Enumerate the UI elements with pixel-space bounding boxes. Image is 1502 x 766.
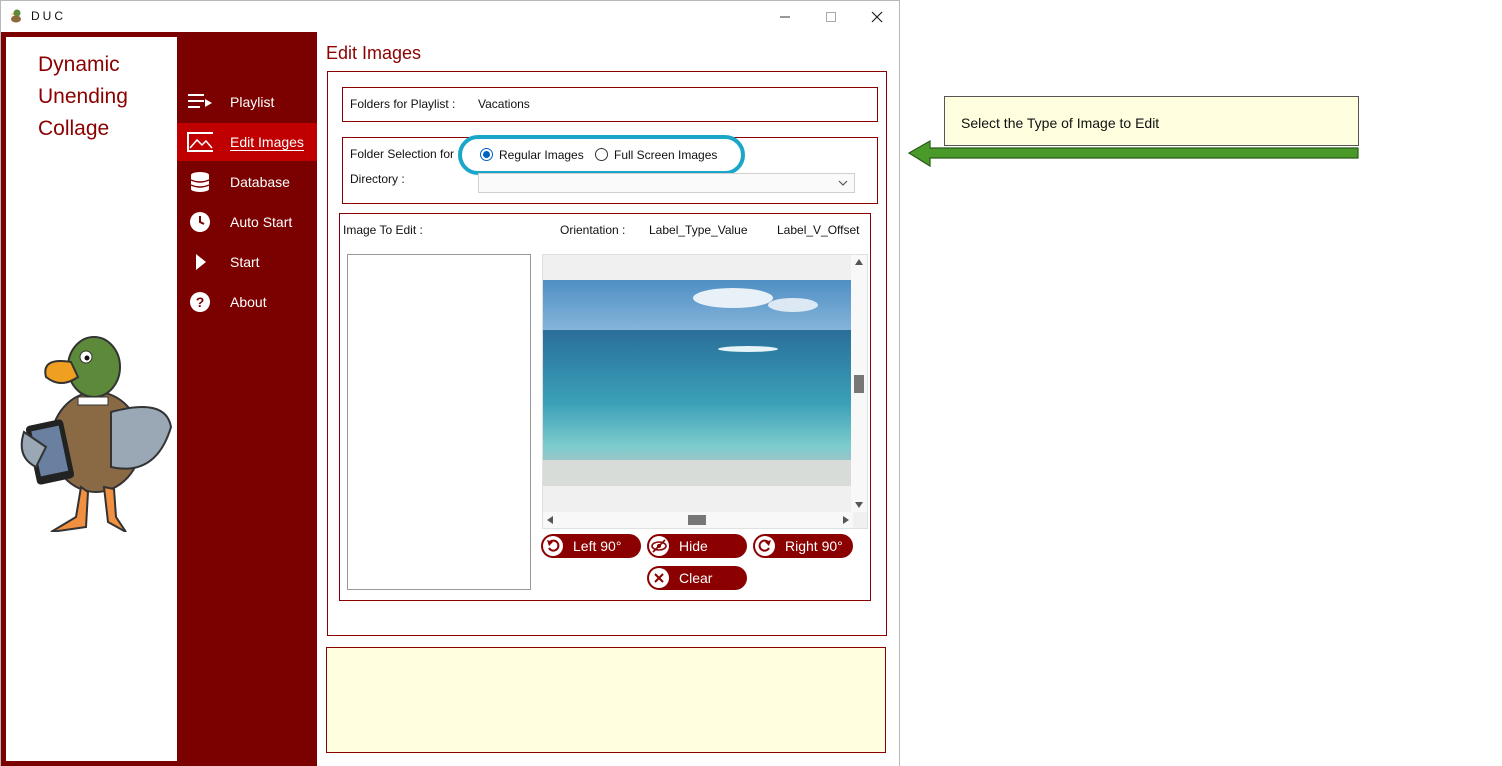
clear-button[interactable]: Clear <box>647 566 747 590</box>
sidebar-item-about[interactable]: ? About <box>177 283 317 321</box>
database-icon <box>187 170 213 194</box>
playlist-icon <box>187 90 213 114</box>
hide-label: Hide <box>679 538 708 554</box>
hide-eye-icon <box>649 536 669 556</box>
help-icon: ? <box>187 290 213 314</box>
minimize-button[interactable] <box>762 1 808 32</box>
sidebar-item-label: Database <box>230 174 290 190</box>
image-to-edit-label: Image To Edit : <box>343 223 423 237</box>
rotate-right-button[interactable]: Right 90° <box>753 534 853 558</box>
sidebar-nav: Playlist Edit Images Database Auto Start… <box>177 32 317 766</box>
sidebar-item-start[interactable]: Start <box>177 243 317 281</box>
image-preview-scroller[interactable] <box>542 254 868 529</box>
play-icon <box>187 250 213 274</box>
directory-select[interactable] <box>478 173 855 193</box>
rotate-right-icon <box>755 536 775 556</box>
page-title: Edit Images <box>326 43 422 63</box>
sidebar-item-label: Edit Images <box>230 133 304 151</box>
folders-value[interactable]: Vacations <box>478 97 530 111</box>
sidebar-item-label: Auto Start <box>230 214 293 230</box>
app-logo-text: Dynamic Unending Collage <box>38 49 128 145</box>
logo-line-2: Unending <box>38 85 128 108</box>
beach-photo <box>543 280 853 486</box>
sidebar-item-label: Start <box>230 254 260 270</box>
scroll-down-icon <box>855 502 863 508</box>
bottom-border <box>6 761 177 766</box>
scroll-right-icon <box>843 516 849 524</box>
label-v-offset: Label_V_Offset <box>777 223 860 237</box>
clear-x-icon <box>649 568 669 588</box>
logo-line-1: Dynamic <box>38 53 120 76</box>
sidebar-item-label: Playlist <box>230 94 275 110</box>
title-bar: DUC <box>1 1 899 32</box>
close-button[interactable] <box>854 1 900 32</box>
green-arrow-icon <box>908 140 1359 168</box>
sidebar-item-edit-images[interactable]: Edit Images <box>177 123 317 161</box>
directory-label: Directory : <box>350 172 405 186</box>
maximize-button[interactable] <box>808 1 854 32</box>
status-message-box <box>326 647 886 753</box>
window-title: DUC <box>31 9 66 23</box>
label-type-value: Label_Type_Value <box>649 223 748 237</box>
rotate-left-icon <box>543 536 563 556</box>
sidebar-item-database[interactable]: Database <box>177 163 317 201</box>
sidebar-item-playlist[interactable]: Playlist <box>177 83 317 121</box>
vertical-scroll-thumb[interactable] <box>854 375 864 393</box>
sidebar-item-auto-start[interactable]: Auto Start <box>177 203 317 241</box>
orientation-label: Orientation : <box>560 223 626 237</box>
rotate-right-label: Right 90° <box>785 538 843 554</box>
folders-label: Folders for Playlist : <box>350 97 456 111</box>
chevron-down-icon <box>838 180 848 186</box>
scroll-up-icon <box>855 259 863 265</box>
logo-panel: Dynamic Unending Collage <box>6 37 177 761</box>
horizontal-scroll-thumb[interactable] <box>688 515 706 525</box>
clock-icon <box>187 210 213 234</box>
horizontal-scrollbar[interactable] <box>543 512 853 528</box>
duck-mascot-image <box>20 336 173 532</box>
scroll-left-icon <box>547 516 553 524</box>
instruction-callout: Select the Type of Image to Edit <box>944 96 1359 146</box>
maximize-icon <box>826 11 836 22</box>
callout-text: Select the Type of Image to Edit <box>961 115 1160 131</box>
logo-line-3: Collage <box>38 117 110 140</box>
close-icon <box>871 11 883 22</box>
radio-highlight-annotation <box>458 135 745 175</box>
minimize-icon <box>780 16 790 17</box>
hide-button[interactable]: Hide <box>647 534 747 558</box>
rotate-left-label: Left 90° <box>573 538 622 554</box>
svg-text:?: ? <box>196 294 205 310</box>
sidebar-item-label: About <box>230 294 267 310</box>
folder-selection-label: Folder Selection for <box>350 147 455 161</box>
clear-label: Clear <box>679 570 713 586</box>
image-list[interactable] <box>347 254 531 590</box>
rotate-left-button[interactable]: Left 90° <box>541 534 641 558</box>
vertical-scrollbar[interactable] <box>851 255 867 512</box>
duck-app-icon <box>11 9 21 23</box>
image-icon <box>187 130 213 154</box>
